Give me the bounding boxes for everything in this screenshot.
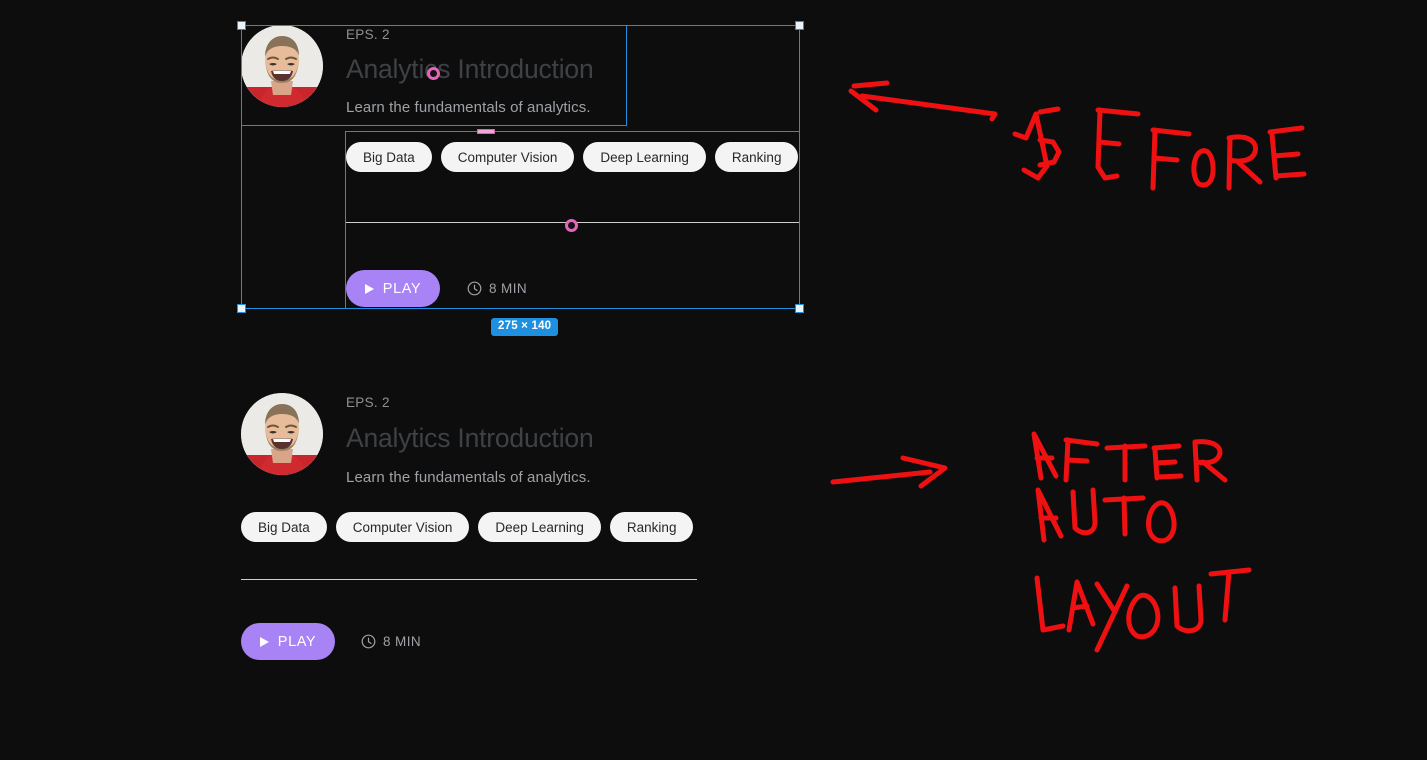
tag-chip[interactable]: Big Data bbox=[241, 512, 327, 542]
after-card-meta: EPS. 2 Analytics Introduction Learn the … bbox=[346, 393, 594, 488]
before-card-header: EPS. 2 Analytics Introduction Learn the … bbox=[241, 25, 800, 118]
play-icon bbox=[259, 636, 269, 647]
before-tag-list: Big Data Computer Vision Deep Learning R… bbox=[346, 142, 807, 172]
before-card-meta: EPS. 2 Analytics Introduction Learn the … bbox=[346, 25, 594, 118]
before-subtitle: Learn the fundamentals of analytics. bbox=[346, 99, 591, 116]
tag-chip[interactable]: Computer Vision bbox=[335, 512, 470, 542]
after-duration: 8 MIN bbox=[361, 634, 421, 649]
annotation-after-auto-layout bbox=[830, 431, 1252, 653]
before-duration-label: 8 MIN bbox=[489, 281, 528, 296]
before-divider bbox=[346, 222, 800, 223]
after-episode-label: EPS. 2 bbox=[346, 395, 390, 410]
before-title: Analytics Introduction bbox=[346, 54, 594, 84]
avatar bbox=[241, 25, 323, 107]
play-button[interactable]: PLAY bbox=[346, 270, 440, 307]
after-title: Analytics Introduction bbox=[346, 423, 594, 453]
tag-chip[interactable]: Deep Learning bbox=[583, 142, 706, 172]
clock-icon bbox=[467, 281, 482, 296]
tag-chip[interactable]: Ranking bbox=[609, 512, 694, 542]
before-card[interactable]: EPS. 2 Analytics Introduction Learn the … bbox=[241, 25, 800, 308]
design-canvas[interactable]: EPS. 2 Analytics Introduction Learn the … bbox=[0, 0, 1427, 760]
annotation-before bbox=[848, 80, 1307, 191]
after-tag-list: Big Data Computer Vision Deep Learning R… bbox=[241, 512, 697, 542]
before-duration: 8 MIN bbox=[467, 281, 527, 296]
avatar bbox=[241, 393, 323, 475]
after-actions: PLAY 8 MIN bbox=[241, 623, 697, 660]
after-divider bbox=[241, 579, 697, 580]
tag-chip[interactable]: Deep Learning bbox=[478, 512, 601, 542]
before-episode-label: EPS. 2 bbox=[346, 27, 390, 42]
clock-icon bbox=[361, 634, 376, 649]
avatar-photo-man-laughing bbox=[241, 393, 323, 475]
after-subtitle: Learn the fundamentals of analytics. bbox=[346, 469, 591, 486]
size-badge: 275 × 140 bbox=[491, 318, 559, 336]
after-card[interactable]: EPS. 2 Analytics Introduction Learn the … bbox=[241, 393, 697, 660]
tag-chip[interactable]: Big Data bbox=[346, 142, 432, 172]
play-icon bbox=[364, 283, 374, 294]
tag-chip[interactable]: Ranking bbox=[714, 142, 799, 172]
avatar-photo-man-laughing bbox=[241, 25, 323, 107]
play-button[interactable]: PLAY bbox=[241, 623, 335, 660]
tag-chip[interactable]: Computer Vision bbox=[440, 142, 575, 172]
play-button-label: PLAY bbox=[382, 280, 422, 297]
after-card-header: EPS. 2 Analytics Introduction Learn the … bbox=[241, 393, 697, 488]
play-button-label: PLAY bbox=[277, 633, 317, 650]
after-duration-label: 8 MIN bbox=[383, 634, 422, 649]
before-actions: PLAY 8 MIN bbox=[346, 270, 527, 307]
